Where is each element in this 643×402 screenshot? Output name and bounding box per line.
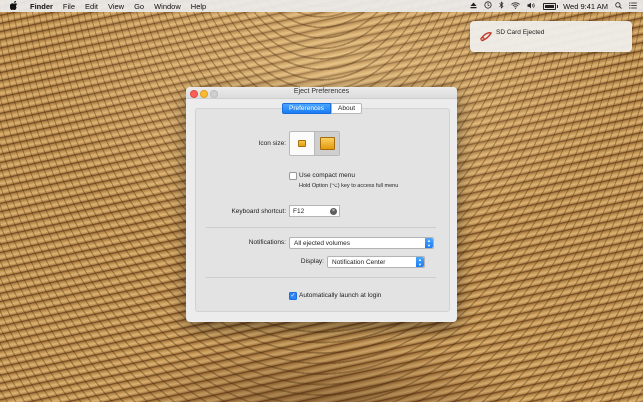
eject-app-icon [478,29,492,43]
compact-menu-hint: Hold Option (⌥) key to access full menu [299,183,399,189]
display-popup[interactable]: Notification Center ▲ ▼ [327,256,425,268]
divider [206,277,436,278]
keyboard-shortcut-value: F12 [293,207,305,215]
battery-icon[interactable] [543,2,559,10]
window-title: Eject Preferences [293,88,350,95]
popup-arrows-icon: ▲ ▼ [416,257,424,267]
notification-center-icon[interactable] [629,1,637,11]
compact-menu-label: Use compact menu [299,172,355,179]
notifications-popup[interactable]: All ejected volumes ▲ ▼ [289,237,434,249]
divider [206,227,436,228]
popup-arrows-icon: ▲ ▼ [425,238,433,248]
autolaunch-checkbox[interactable]: ✓ [289,292,297,300]
eject-preferences-window: Eject Preferences Preferences About Icon… [186,87,457,322]
menu-file[interactable]: File [63,2,75,11]
icon-size-large-button[interactable] [314,132,339,155]
display-value: Notification Center [332,258,386,266]
keyboard-shortcut-label: Keyboard shortcut: [231,208,286,215]
status-area: Wed 9:41 AM [470,0,637,12]
autolaunch-label: Automatically launch at login [299,292,382,299]
wifi-icon[interactable] [511,1,520,11]
bluetooth-icon[interactable] [499,1,504,11]
menu-go[interactable]: Go [134,2,144,11]
large-drive-icon [319,137,335,150]
icon-size-control [289,131,340,156]
clear-shortcut-icon[interactable]: × [330,207,337,215]
menu-view[interactable]: View [108,2,124,11]
eject-icon[interactable] [470,2,477,11]
title-bar[interactable]: Eject Preferences [186,87,457,99]
clock[interactable]: Wed 9:41 AM [563,2,608,11]
volume-icon[interactable] [527,2,536,11]
menu-window[interactable]: Window [154,2,181,11]
menu-bar: Finder File Edit View Go Window Help Wed… [0,0,643,12]
tab-bar: Preferences About [282,103,363,114]
icon-size-label: Icon size: [258,140,286,147]
notification-banner[interactable]: SD Card Ejected [470,21,632,52]
tab-about[interactable]: About [331,103,363,114]
tab-preferences[interactable]: Preferences [282,103,332,114]
spotlight-search-icon[interactable] [615,1,622,11]
time-machine-icon[interactable] [484,1,492,11]
menu-finder[interactable]: Finder [30,2,53,11]
small-drive-icon [298,140,306,147]
menu-help[interactable]: Help [191,2,206,11]
display-label: Display: [300,258,324,265]
apple-menu-icon[interactable] [9,0,18,12]
notification-text: SD Card Ejected [496,29,545,36]
notifications-label: Notifications: [248,239,286,246]
compact-menu-checkbox[interactable] [289,172,297,180]
notifications-value: All ejected volumes [294,239,350,247]
menu-edit[interactable]: Edit [85,2,98,11]
icon-size-small-button[interactable] [290,132,314,155]
preferences-panel: Icon size: Use compact menu Hold Option … [195,108,450,312]
keyboard-shortcut-field[interactable]: F12 × [289,205,340,217]
